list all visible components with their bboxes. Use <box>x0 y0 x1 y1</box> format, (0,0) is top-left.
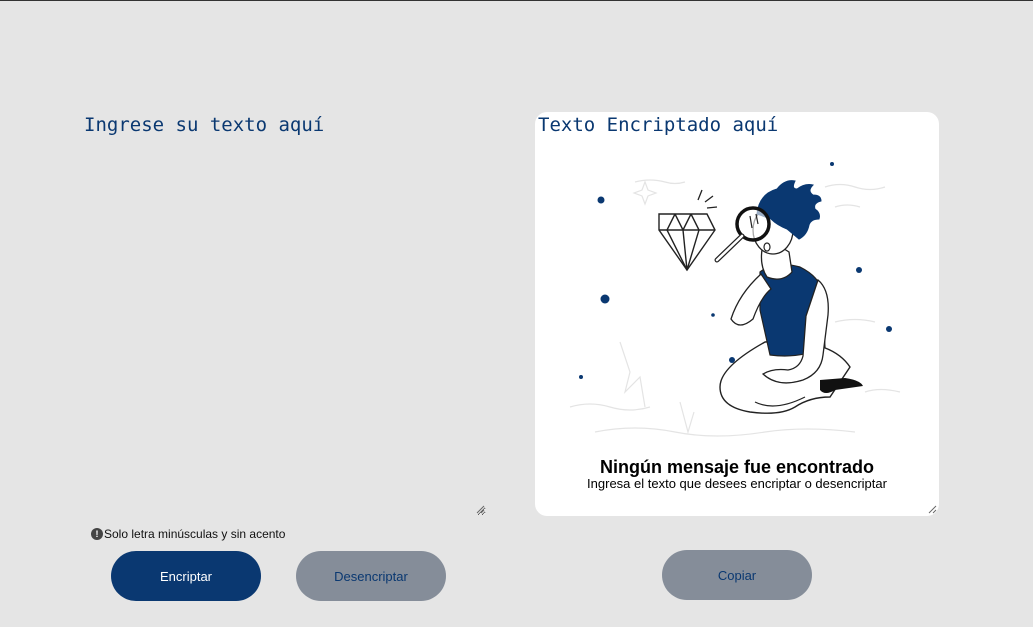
hint-text: Solo letra minúsculas y sin acento <box>104 527 286 541</box>
copy-button[interactable]: Copiar <box>662 550 812 600</box>
text-input[interactable] <box>82 112 486 516</box>
output-title: Texto Encriptado aquí <box>538 114 779 136</box>
resize-grip-icon[interactable] <box>928 505 937 514</box>
empty-message-title: Ningún mensaje fue encontrado <box>599 457 875 477</box>
person-with-magnifying-glass-and-diamond-icon <box>569 162 901 437</box>
input-hint: ! Solo letra minúsculas y sin acento <box>91 527 285 541</box>
decrypt-button[interactable]: Desencriptar <box>296 551 446 601</box>
info-icon: ! <box>91 528 103 540</box>
encrypt-button[interactable]: Encriptar <box>111 551 261 601</box>
resize-grip-icon[interactable] <box>476 505 485 514</box>
empty-message-subtitle: Ingresa el texto que desees encriptar o … <box>587 476 887 491</box>
top-border <box>0 0 1033 1</box>
output-panel: Texto Encriptado aquí Ningún mensaje fue… <box>535 112 939 516</box>
